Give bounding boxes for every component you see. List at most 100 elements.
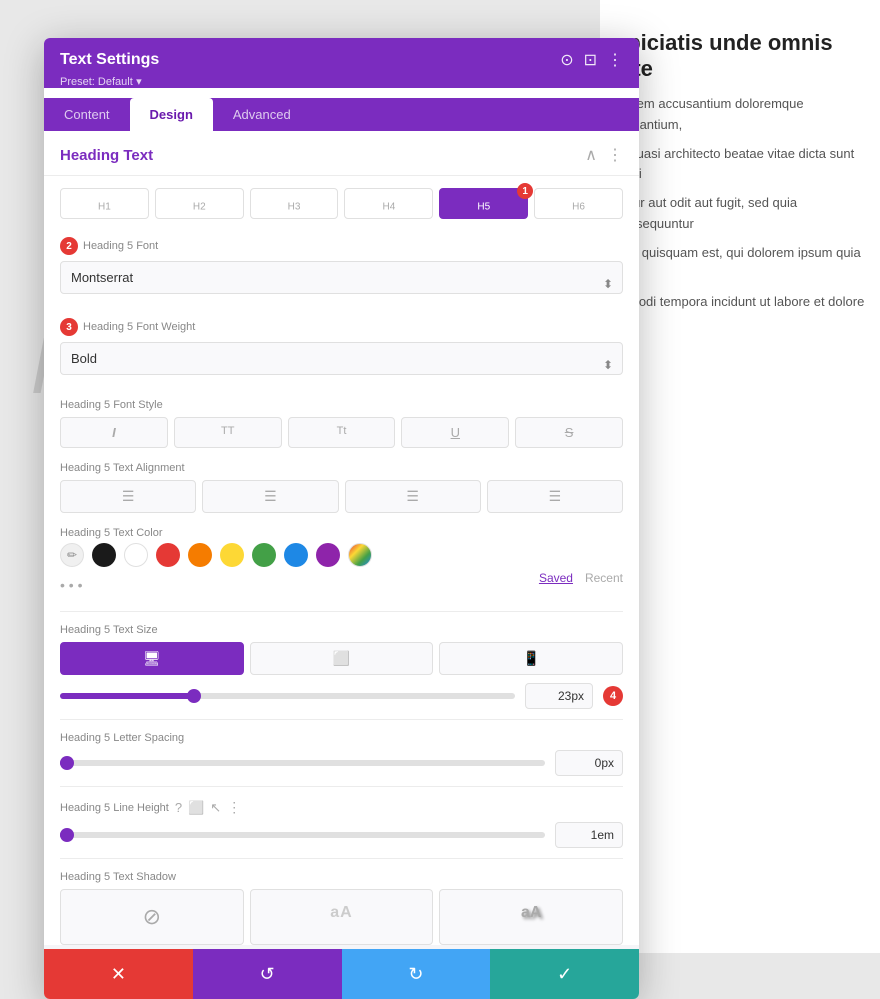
- modal-footer: ✕ ↺ ↻ ✓: [44, 949, 639, 999]
- color-swatches: ✏: [60, 543, 623, 567]
- letter-spacing-label: Heading 5 Letter Spacing: [60, 732, 623, 744]
- style-label: Heading 5 Font Style: [60, 399, 623, 411]
- bg-para5: is modi tempora incidunt ut labore et do…: [615, 292, 865, 334]
- line-height-help-icon[interactable]: ?: [175, 800, 182, 815]
- heading-tab-h5[interactable]: H5 1: [439, 188, 528, 219]
- align-left[interactable]: ☰: [60, 480, 196, 513]
- bg-para4: orro quisquam est, qui dolorem ipsum qui…: [615, 243, 865, 285]
- modal-title: Text Settings: [60, 51, 159, 69]
- size-badge: 4: [603, 686, 623, 706]
- bg-para1: ptatem accusantium doloremque laudantium…: [615, 94, 865, 136]
- letter-spacing-slider[interactable]: [60, 760, 545, 766]
- swatch-custom[interactable]: [348, 543, 372, 567]
- tab-content[interactable]: Content: [44, 98, 130, 131]
- line-height-input[interactable]: [555, 822, 623, 848]
- text-settings-modal: Text Settings ⊙ ⊡ ⋮ Preset: Default ▾ Co…: [44, 38, 639, 999]
- bg-para3: natur aut odit aut fugit, sed quia conse…: [615, 193, 865, 235]
- tab-design[interactable]: Design: [130, 98, 213, 131]
- layout-icon[interactable]: ⊡: [584, 50, 597, 70]
- color-tab-recent[interactable]: Recent: [585, 571, 623, 585]
- heading-tab-h3[interactable]: H3: [250, 188, 339, 219]
- device-tabs: 🖥 ⬜ 📱: [60, 642, 623, 675]
- line-height-label-row: Heading 5 Line Height ? ⬜ ↖ ⋮: [60, 799, 623, 816]
- color-tabs: Saved Recent: [539, 571, 623, 585]
- font-select-wrapper: Montserrat Open Sans Roboto ⬍: [60, 261, 623, 306]
- weight-select-wrapper: Bold Normal Light ⬍: [60, 342, 623, 387]
- swatch-purple[interactable]: [316, 543, 340, 567]
- line-height-device-icon[interactable]: ⬜: [188, 800, 204, 816]
- background-panel: spiciatis unde omnis iste ptatem accusan…: [600, 0, 880, 953]
- font-label: 2 Heading 5 Font: [60, 237, 623, 255]
- modal-body: Heading Text ∧ ⋮ H1 H2 H3 H4 H5 1 H6 2 H…: [44, 131, 639, 949]
- style-italic[interactable]: I: [60, 417, 168, 448]
- bg-para2: et quasi architecto beatae vitae dicta s…: [615, 144, 865, 186]
- swatch-white[interactable]: [124, 543, 148, 567]
- weight-select[interactable]: Bold Normal Light: [60, 342, 623, 375]
- section-icons: ∧ ⋮: [585, 145, 623, 165]
- modal-header-top: Text Settings ⊙ ⊡ ⋮: [60, 50, 623, 70]
- heading-tab-h6[interactable]: H6: [534, 188, 623, 219]
- section-header: Heading Text ∧ ⋮: [44, 131, 639, 176]
- size-label: Heading 5 Text Size: [60, 624, 623, 636]
- settings-area: 2 Heading 5 Font Montserrat Open Sans Ro…: [44, 223, 639, 945]
- swatch-green[interactable]: [252, 543, 276, 567]
- collapse-icon[interactable]: ∧: [585, 145, 597, 165]
- color-more-dots[interactable]: • • •: [60, 577, 82, 593]
- shadow-label: Heading 5 Text Shadow: [60, 871, 623, 883]
- eyedropper-btn[interactable]: ✏: [60, 543, 84, 567]
- size-value-input[interactable]: [525, 683, 593, 709]
- style-capitalize[interactable]: Tt: [288, 417, 396, 448]
- style-underline[interactable]: U: [401, 417, 509, 448]
- letter-spacing-slider-row: [60, 750, 623, 776]
- heading-tab-h1[interactable]: H1: [60, 188, 149, 219]
- color-label: Heading 5 Text Color: [60, 527, 623, 539]
- shadow-style2[interactable]: aA: [439, 889, 623, 945]
- size-slider-row: 4: [60, 683, 623, 709]
- line-height-label: Heading 5 Line Height: [60, 802, 169, 814]
- h5-badge: 1: [517, 183, 533, 199]
- line-height-slider[interactable]: [60, 832, 545, 838]
- save-button[interactable]: ✓: [490, 949, 639, 999]
- align-justify[interactable]: ☰: [487, 480, 623, 513]
- heading-tab-h4[interactable]: H4: [344, 188, 433, 219]
- heading-tab-h2[interactable]: H2: [155, 188, 244, 219]
- device-mobile[interactable]: 📱: [439, 642, 623, 675]
- align-center[interactable]: ☰: [202, 480, 338, 513]
- shadow-none[interactable]: ⊘: [60, 889, 244, 945]
- modal-header-icons: ⊙ ⊡ ⋮: [560, 50, 623, 70]
- letter-spacing-input[interactable]: [555, 750, 623, 776]
- shadow-options: ⊘ aA aA: [60, 889, 623, 945]
- heading-tabs: H1 H2 H3 H4 H5 1 H6: [44, 176, 639, 223]
- align-right[interactable]: ☰: [345, 480, 481, 513]
- swatch-orange[interactable]: [188, 543, 212, 567]
- style-strikethrough[interactable]: S: [515, 417, 623, 448]
- swatch-blue[interactable]: [284, 543, 308, 567]
- style-buttons: I TT Tt U S: [60, 417, 623, 448]
- section-more-icon[interactable]: ⋮: [607, 145, 623, 165]
- font-select[interactable]: Montserrat Open Sans Roboto: [60, 261, 623, 294]
- size-slider[interactable]: [60, 693, 515, 699]
- device-tablet[interactable]: ⬜: [250, 642, 434, 675]
- align-label: Heading 5 Text Alignment: [60, 462, 623, 474]
- reset-button[interactable]: ↺: [193, 949, 342, 999]
- tab-advanced[interactable]: Advanced: [213, 98, 311, 131]
- shadow-style1[interactable]: aA: [250, 889, 434, 945]
- align-buttons: ☰ ☰ ☰ ☰: [60, 480, 623, 513]
- modal-tabs: Content Design Advanced: [44, 98, 639, 131]
- bg-heading: spiciatis unde omnis iste: [615, 30, 865, 82]
- swatch-yellow[interactable]: [220, 543, 244, 567]
- line-height-cursor-icon[interactable]: ↖: [210, 800, 221, 816]
- section-title: Heading Text: [60, 147, 153, 164]
- modal-header: Text Settings ⊙ ⊡ ⋮ Preset: Default ▾: [44, 38, 639, 88]
- device-desktop[interactable]: 🖥: [60, 642, 244, 675]
- redo-button[interactable]: ↻: [342, 949, 491, 999]
- color-tab-saved[interactable]: Saved: [539, 571, 573, 585]
- swatch-black[interactable]: [92, 543, 116, 567]
- target-icon[interactable]: ⊙: [560, 50, 573, 70]
- more-icon[interactable]: ⋮: [607, 50, 623, 70]
- modal-preset: Preset: Default ▾: [60, 74, 623, 88]
- swatch-red[interactable]: [156, 543, 180, 567]
- line-height-more[interactable]: ⋮: [227, 799, 241, 816]
- style-uppercase[interactable]: TT: [174, 417, 282, 448]
- cancel-button[interactable]: ✕: [44, 949, 193, 999]
